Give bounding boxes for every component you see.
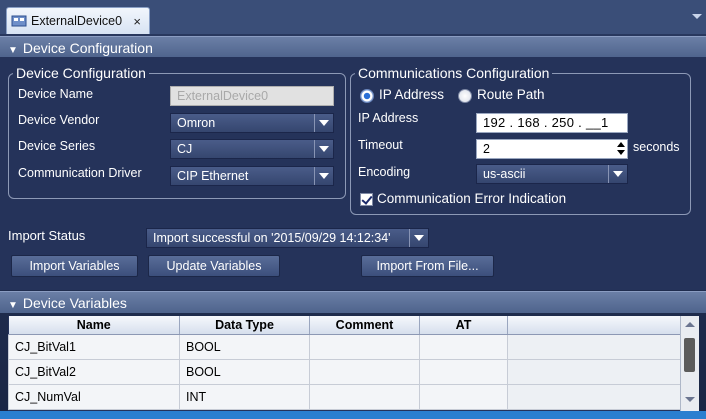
- scroll-up-icon[interactable]: [685, 322, 695, 327]
- ip-address-radio-label: IP Address: [379, 87, 445, 102]
- cell-data-type[interactable]: BOOL: [179, 359, 310, 385]
- communication-driver-value: CIP Ethernet: [177, 169, 249, 183]
- section-title: Device Configuration: [22, 40, 153, 56]
- ip-address-input[interactable]: 192 . 168 . 250 . __1: [476, 113, 628, 133]
- device-name-label: Device Name: [18, 87, 94, 101]
- cell-filler: [507, 334, 681, 360]
- column-header-comment[interactable]: Comment: [309, 316, 420, 335]
- column-header-data-type[interactable]: Data Type: [179, 316, 310, 335]
- table-row[interactable]: CJ_BitVal2 BOOL: [8, 359, 681, 385]
- error-indication-checkbox[interactable]: [360, 193, 373, 206]
- tab-bar: ExternalDevice0 ×: [0, 0, 706, 34]
- device-series-value: CJ: [177, 142, 193, 156]
- chevron-down-icon: [608, 165, 627, 183]
- cell-comment[interactable]: [309, 359, 420, 385]
- vertical-scrollbar[interactable]: [680, 316, 699, 411]
- import-variables-button[interactable]: Import Variables: [11, 255, 138, 277]
- table-row[interactable]: CJ_BitVal1 BOOL: [8, 334, 681, 360]
- cell-comment[interactable]: [309, 334, 420, 360]
- device-series-dropdown[interactable]: CJ: [170, 139, 334, 159]
- group-title: Device Configuration: [13, 64, 149, 82]
- device-vendor-value: Omron: [177, 116, 216, 130]
- cell-name[interactable]: CJ_BitVal2: [8, 359, 180, 385]
- section-title: Device Variables: [22, 295, 127, 311]
- table-row[interactable]: CJ_NumVal INT: [8, 384, 681, 410]
- table-header-row: Name Data Type Comment AT: [8, 316, 681, 335]
- cell-data-type[interactable]: BOOL: [179, 334, 310, 360]
- cell-at[interactable]: [419, 384, 508, 410]
- chevron-down-icon: [314, 114, 333, 132]
- close-icon[interactable]: ×: [133, 14, 141, 29]
- chevron-down-icon: [314, 140, 333, 158]
- variables-grid: Name Data Type Comment AT CJ_BitVal1 BOO…: [8, 316, 681, 410]
- cell-filler: [507, 359, 681, 385]
- device-series-label: Device Series: [18, 139, 96, 153]
- tab-label: ExternalDevice0: [31, 14, 123, 28]
- import-from-file-button[interactable]: Import From File...: [361, 255, 494, 277]
- cell-filler: [507, 384, 681, 410]
- device-icon: [11, 15, 27, 27]
- editor-window: ExternalDevice0 × ▼ Device Configuration …: [0, 0, 706, 419]
- column-header-filler: [507, 316, 681, 335]
- import-status-value: Import successful on '2015/09/29 14:12:3…: [153, 231, 391, 245]
- import-status-dropdown[interactable]: Import successful on '2015/09/29 14:12:3…: [146, 228, 429, 248]
- column-header-name[interactable]: Name: [8, 316, 180, 335]
- timeout-value: 2: [483, 142, 490, 156]
- communication-driver-label: Communication Driver: [18, 166, 142, 180]
- tab-list-dropdown-icon[interactable]: [692, 14, 702, 19]
- timeout-input[interactable]: 2: [476, 139, 628, 159]
- ip-address-radio[interactable]: [360, 89, 374, 103]
- encoding-dropdown[interactable]: us-ascii: [476, 164, 628, 184]
- import-status-label: Import Status: [8, 228, 86, 243]
- route-path-radio[interactable]: [458, 89, 472, 103]
- column-header-at[interactable]: AT: [419, 316, 508, 335]
- timeout-label: Timeout: [358, 138, 403, 152]
- route-path-radio-label: Route Path: [477, 87, 545, 102]
- spinner-arrows-icon[interactable]: [617, 142, 625, 156]
- section-header-device-configuration[interactable]: ▼ Device Configuration: [0, 36, 706, 58]
- chevron-down-icon: [409, 229, 428, 247]
- device-vendor-dropdown[interactable]: Omron: [170, 113, 334, 133]
- error-indication-label: Communication Error Indication: [377, 191, 567, 206]
- timeout-unit: seconds: [633, 140, 680, 154]
- group-title: Communications Configuration: [355, 64, 553, 82]
- tab-external-device[interactable]: ExternalDevice0 ×: [6, 7, 150, 34]
- encoding-label: Encoding: [358, 165, 411, 179]
- cell-at[interactable]: [419, 334, 508, 360]
- update-variables-button[interactable]: Update Variables: [148, 255, 280, 277]
- bottom-edge-strip: [0, 411, 706, 419]
- collapse-triangle-icon: ▼: [8, 300, 18, 311]
- cell-data-type[interactable]: INT: [179, 384, 310, 410]
- chevron-down-icon: [314, 167, 333, 185]
- ip-address-label: IP Address: [358, 111, 419, 125]
- device-vendor-label: Device Vendor: [18, 113, 100, 127]
- collapse-triangle-icon: ▼: [8, 45, 18, 56]
- encoding-value: us-ascii: [483, 167, 526, 181]
- cell-name[interactable]: CJ_BitVal1: [8, 334, 180, 360]
- section-header-device-variables[interactable]: ▼ Device Variables: [0, 291, 706, 313]
- cell-name[interactable]: CJ_NumVal: [8, 384, 180, 410]
- device-variables-table: Name Data Type Comment AT CJ_BitVal1 BOO…: [8, 316, 699, 411]
- device-name-field[interactable]: ExternalDevice0: [170, 86, 334, 106]
- cell-at[interactable]: [419, 359, 508, 385]
- scroll-down-icon[interactable]: [685, 397, 695, 402]
- communication-driver-dropdown[interactable]: CIP Ethernet: [170, 166, 334, 186]
- cell-comment[interactable]: [309, 384, 420, 410]
- scroll-thumb[interactable]: [684, 338, 695, 372]
